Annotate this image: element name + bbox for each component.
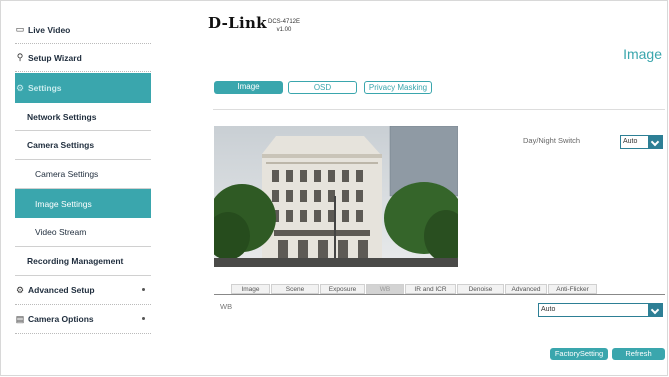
nav-recording-management[interactable]: Recording Management [15,247,151,276]
day-night-label: Day/Night Switch [523,136,581,145]
day-night-select[interactable]: Auto [620,135,663,149]
page-title: Image [623,46,662,62]
subtab-image[interactable]: Image [231,284,270,294]
nav-camera-options[interactable]: ▤ Camera Options [15,305,151,334]
sidebar: ▭ Live Video ⚲ Setup Wizard ⚙ Settings N… [15,16,151,334]
refresh-button[interactable]: Refresh [612,348,665,360]
firmware-version: v1.00 [276,27,292,33]
video-camera-icon: ▭ [15,24,25,34]
tab-image[interactable]: Image [214,81,283,94]
advanced-gear-icon: ⚙ [15,284,25,295]
bullet-icon [142,288,145,291]
nav-settings-label: Settings [28,83,62,93]
subtab-ir-and-icr[interactable]: IR and ICR [405,284,456,294]
dlink-logo: D-Link [208,14,267,32]
wand-icon: ⚲ [16,52,24,62]
nav-video-stream[interactable]: Video Stream [15,218,151,247]
wb-select[interactable]: Auto [538,303,663,317]
nav-camera-settings-label: Camera Settings [35,169,99,179]
document-icon: ▤ [15,313,25,324]
day-night-value: Auto [623,138,638,145]
model-name: DCS-4712E [268,19,301,25]
nav-camera-settings-group-label: Camera Settings [27,140,95,150]
nav-camera-settings-group[interactable]: Camera Settings [15,131,151,160]
nav-settings[interactable]: ⚙ Settings [15,73,151,103]
nav-network-settings[interactable]: Network Settings [15,103,151,131]
nav-live-video-label: Live Video [28,24,71,35]
camera-image [214,126,458,267]
nav-setup-wizard-label: Setup Wizard [28,52,82,63]
settings-gear-icon: ⚙ [15,82,25,93]
chevron-down-icon [648,136,662,148]
nav-recording-management-label: Recording Management [27,256,124,266]
subtab-scene[interactable]: Scene [271,284,319,294]
nav-setup-wizard[interactable]: ⚲ Setup Wizard [15,44,151,72]
nav-live-video[interactable]: ▭ Live Video [15,16,151,44]
tab-osd[interactable]: OSD [288,81,357,94]
model-info: DCS-4712E v1.00 [268,18,300,34]
divider [213,109,665,110]
subtab-denoise[interactable]: Denoise [457,284,504,294]
nav-video-stream-label: Video Stream [35,227,87,237]
nav-image-settings[interactable]: Image Settings [15,189,151,218]
subtab-underline [214,294,665,295]
nav-image-settings-label: Image Settings [35,198,92,209]
bullet-icon [142,317,145,320]
subtab-advanced[interactable]: Advanced [505,284,547,294]
wb-value: Auto [541,306,556,313]
nav-advanced-setup[interactable]: ⚙ Advanced Setup [15,276,151,305]
wb-label: WB [220,302,233,311]
nav-camera-settings[interactable]: Camera Settings [15,160,151,189]
tab-privacy-masking[interactable]: Privacy Masking [364,81,432,94]
nav-advanced-setup-label: Advanced Setup [28,285,95,295]
factory-setting-button[interactable]: FactorySetting [550,348,608,360]
nav-camera-options-label: Camera Options [28,314,94,324]
nav-network-settings-label: Network Settings [27,111,97,122]
subtab-anti-flicker[interactable]: Anti-Flicker [548,284,597,294]
subtab-exposure[interactable]: Exposure [320,284,365,294]
chevron-down-icon [648,304,662,316]
live-video-preview [214,126,458,267]
subtab-wb[interactable]: WB [366,284,404,294]
